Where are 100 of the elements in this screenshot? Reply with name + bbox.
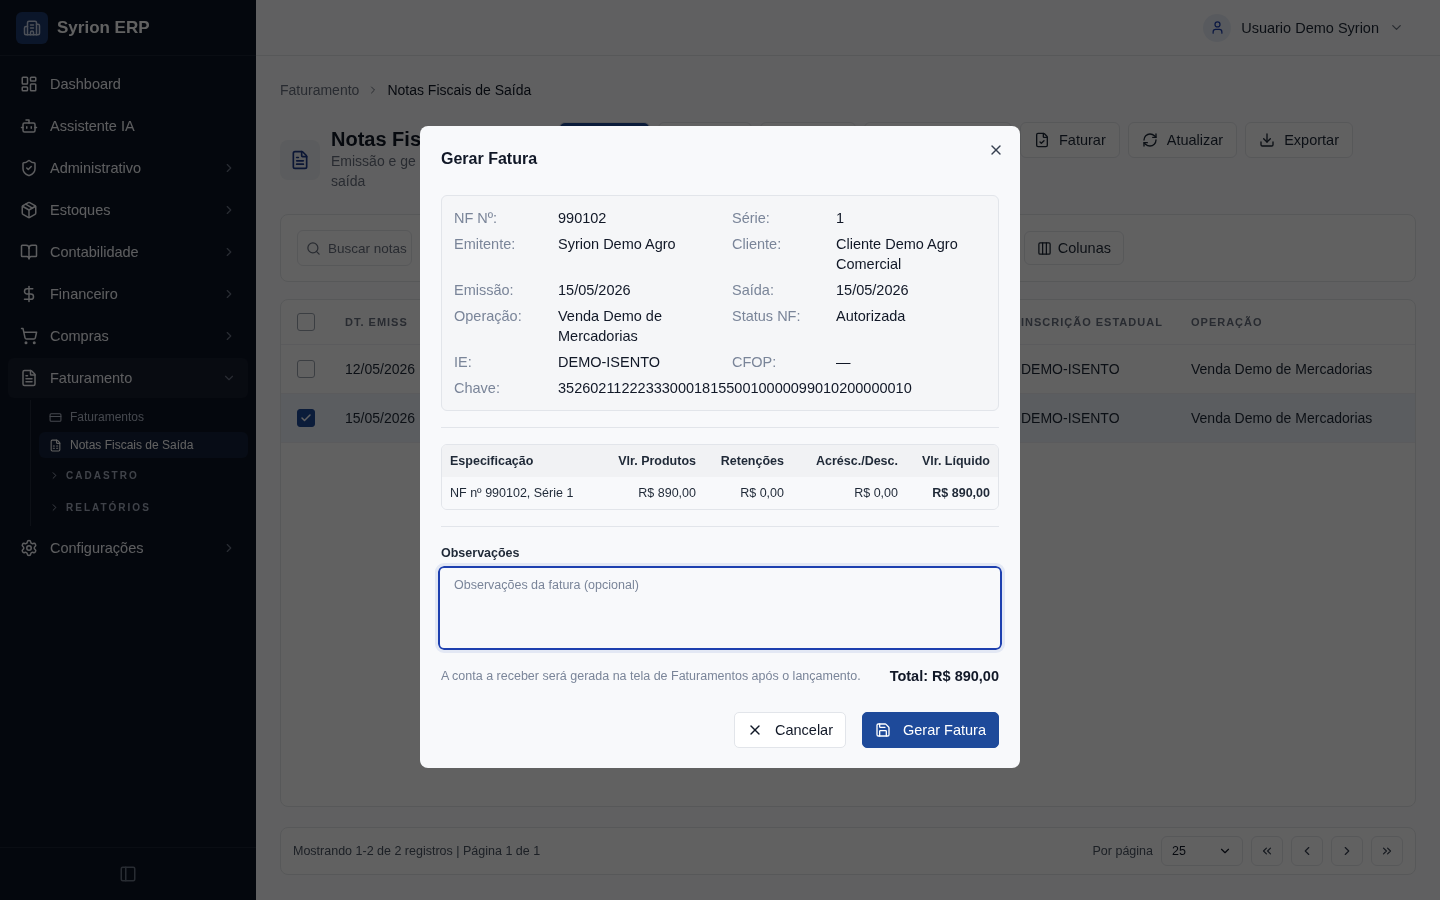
detail-label: Emissão: <box>454 281 515 300</box>
double-chevron-right-icon <box>1380 844 1394 858</box>
column-header: Vlr. Líquido <box>920 454 990 468</box>
book-icon <box>20 243 38 261</box>
refresh-icon <box>1141 132 1158 148</box>
sidebar-item[interactable]: Configurações <box>8 528 248 568</box>
double-chevron-left-icon <box>1260 844 1274 858</box>
table-cell: Venda Demo de Mercadorias <box>1191 361 1373 377</box>
detail-value: 35260211222333000181550010000099010200000010 <box>558 379 913 398</box>
detail-label: Operação: <box>454 307 523 326</box>
card-icon <box>49 410 62 424</box>
detail-label: CFOP: <box>732 353 778 372</box>
building-logo-icon <box>16 11 48 44</box>
sidebar-item[interactable]: Faturamento <box>8 358 248 398</box>
breadcrumb-item[interactable]: Faturamento <box>280 82 360 98</box>
detail-value: 990102 <box>558 209 608 228</box>
robot-icon <box>20 117 38 135</box>
checkbox[interactable] <box>297 313 315 331</box>
columns-button[interactable]: Colunas <box>1023 231 1124 265</box>
brand-name: Syrion ERP <box>57 17 150 38</box>
per-page-label: Por página <box>1092 844 1153 858</box>
sidebar-subitem[interactable]: Faturamentos <box>39 404 248 430</box>
sidebar-item[interactable]: Assistente IA <box>8 106 248 146</box>
checkbox[interactable] <box>297 409 315 427</box>
per-page-select[interactable]: 25 <box>1161 836 1243 866</box>
dialog-title: Gerar Fatura <box>441 150 539 168</box>
settings-icon <box>20 539 38 557</box>
table-cell: 15/05/2026 <box>345 410 416 426</box>
total-amount: Total: R$ 890,00 <box>889 668 999 684</box>
detail-label: Chave: <box>454 379 501 398</box>
column-header: Especificação <box>450 454 535 468</box>
page-title: Notas Fis <box>331 128 423 151</box>
sidebar-subitem[interactable]: Notas Fiscais de Saída <box>39 432 248 458</box>
table-cell-text: R$ 0,00 <box>739 486 784 500</box>
user-icon <box>1203 13 1232 42</box>
column-header: Retenções <box>719 454 784 468</box>
collapse-sidebar-icon[interactable] <box>119 865 137 883</box>
pagination-summary: Mostrando 1-2 de 2 registros | Página 1 de 1 <box>293 844 542 858</box>
detail-value: Autorizada <box>836 307 907 326</box>
download-icon <box>1259 132 1276 148</box>
detail-value: DEMO-ISENTO <box>558 353 662 372</box>
document-icon <box>1034 132 1050 148</box>
notes-field[interactable]: Observações da fatura (opcional) <box>438 566 1002 650</box>
notes-label: Observações <box>441 546 521 560</box>
checkbox[interactable] <box>297 360 315 378</box>
cancel-button[interactable]: Cancelar <box>733 712 846 748</box>
table-cell: DEMO-ISENTO <box>1021 410 1120 426</box>
sidebar-item[interactable]: Dashboard <box>8 64 248 104</box>
save-icon <box>875 722 891 738</box>
table-cell-text: R$ 890,00 <box>637 486 696 500</box>
column-header: Acrésc./Desc. <box>815 454 898 468</box>
search-field[interactable]: Buscar notas <box>297 230 412 266</box>
sidebar-item[interactable]: Estoques <box>8 190 248 230</box>
check-icon <box>300 412 312 424</box>
shield-icon <box>20 159 38 177</box>
sheet-icon <box>49 438 62 452</box>
dashboard-icon <box>20 75 38 93</box>
last-page-button[interactable] <box>1371 836 1403 866</box>
generate-invoice-button[interactable]: Gerar Fatura <box>862 712 999 748</box>
table-cell-text: R$ 890,00 <box>931 486 990 500</box>
chevron-icon <box>49 501 60 513</box>
toolbar-button[interactable]: Exportar <box>1245 122 1353 158</box>
hint-text: A conta a receber será gerada na tela de Faturamentos após o lançamento. <box>441 669 861 683</box>
table-cell: 12/05/2026 <box>345 361 416 377</box>
table-cell: DEMO-ISENTO <box>1021 361 1120 377</box>
detail-label: IE: <box>454 353 473 372</box>
detail-value: 15/05/2026 <box>836 281 910 300</box>
document-icon <box>280 140 320 180</box>
table-cell: Venda Demo de Mercadorias <box>1191 410 1373 426</box>
detail-label: Saída: <box>732 281 775 300</box>
column-header: INSCRIÇÃO ESTADUAL <box>1021 316 1163 328</box>
columns-icon <box>1036 240 1052 256</box>
column-header: OPERAÇÃO <box>1191 316 1263 328</box>
detail-value: 1 <box>836 209 846 228</box>
table-cell-text: NF nº 990102, Série 1 <box>450 486 575 500</box>
box-icon <box>20 201 38 219</box>
detail-value: Venda Demo de Mercadorias <box>558 307 663 346</box>
sidebar-item[interactable]: Administrativo <box>8 148 248 188</box>
detail-value: — <box>836 353 852 372</box>
first-page-button[interactable] <box>1251 836 1283 866</box>
sidebar-item[interactable]: Contabilidade <box>8 232 248 272</box>
column-header: DT. EMISS <box>345 316 408 328</box>
page-subtitle: saída <box>331 172 367 191</box>
breadcrumb-item: Notas Fiscais de Saída <box>387 82 532 98</box>
sidebar-item[interactable]: Compras <box>8 316 248 356</box>
column-header: Vlr. Produtos <box>617 454 696 468</box>
search-icon <box>306 240 321 256</box>
toolbar-button[interactable]: Atualizar <box>1127 122 1238 158</box>
document-icon <box>20 369 38 387</box>
previous-page-button[interactable] <box>1291 836 1323 866</box>
toolbar-button[interactable]: Faturar <box>1020 122 1120 158</box>
sidebar-item[interactable]: Financeiro <box>8 274 248 314</box>
detail-label: Status NF: <box>732 307 802 326</box>
detail-label: Série: <box>732 209 771 228</box>
next-page-button[interactable] <box>1331 836 1363 866</box>
detail-value: 15/05/2026 <box>558 281 632 300</box>
detail-label: NF Nº: <box>454 209 499 228</box>
detail-label: Emitente: <box>454 235 517 254</box>
user-menu[interactable]: Usuario Demo Syrion <box>1203 13 1404 42</box>
detail-value: Syrion Demo Agro <box>558 235 677 254</box>
